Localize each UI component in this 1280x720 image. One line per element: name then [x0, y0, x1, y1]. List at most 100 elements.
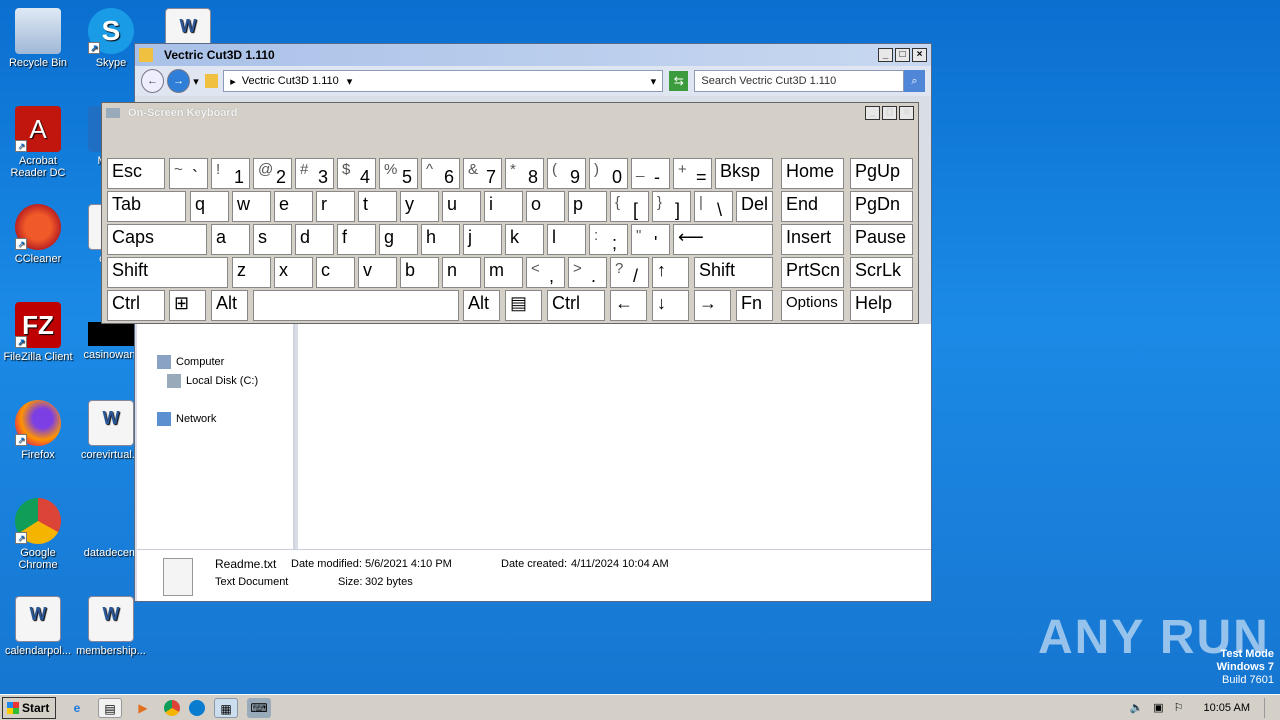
refresh-button[interactable]: ⇆ — [669, 71, 689, 91]
osk-close-button[interactable]: × — [899, 106, 914, 120]
desktop-icon-membership[interactable]: W membership... — [73, 596, 149, 657]
key-pause[interactable]: Pause — [850, 224, 913, 255]
key-insert[interactable]: Insert — [781, 224, 844, 255]
key-b[interactable]: b — [400, 257, 439, 288]
chrome-icon[interactable] — [164, 699, 180, 716]
key-prtscn[interactable]: PrtScn — [781, 257, 844, 288]
key-fn[interactable]: Fn — [736, 290, 773, 321]
key-v[interactable]: v — [358, 257, 397, 288]
osk-minimize-button[interactable]: _ — [865, 106, 880, 120]
key-space[interactable] — [253, 290, 459, 321]
key-m[interactable]: m — [484, 257, 523, 288]
key-9-row1[interactable]: (9 — [547, 158, 586, 189]
osk-taskbar-icon[interactable]: ⌨ — [247, 697, 271, 718]
key-n[interactable]: n — [442, 257, 481, 288]
key-5-row1[interactable]: % 5 — [379, 158, 418, 189]
key-11-row1[interactable]: _ - — [631, 158, 670, 189]
osk-window[interactable]: On-Screen Keyboard _ □ × Esc ~ `! 1 @2 #3 $4% 5… — [101, 102, 919, 324]
close-button[interactable]: × — [912, 48, 927, 62]
key-alt-right[interactable]: Alt — [463, 290, 500, 321]
key-menu[interactable]: ▤ — [505, 290, 542, 321]
clock[interactable]: 10:05 AM — [1204, 702, 1250, 714]
key-esc[interactable]: Esc — [107, 158, 165, 189]
start-button[interactable]: Start — [2, 696, 56, 719]
key-c[interactable]: c — [316, 257, 355, 288]
key-t[interactable]: t — [358, 191, 397, 222]
file-list-pane[interactable] — [298, 324, 931, 549]
key-i[interactable]: i — [484, 191, 523, 222]
media-player-icon[interactable]: ▶ — [131, 698, 155, 718]
key-1-row1[interactable]: ! 1 — [211, 158, 250, 189]
key-sym-1-row2[interactable]: }] — [652, 191, 691, 222]
key-4-row1[interactable]: $4 — [337, 158, 376, 189]
key-pgdn[interactable]: PgDn — [850, 191, 913, 222]
key-y[interactable]: y — [400, 191, 439, 222]
nav-item-local-disk[interactable]: Local Disk (C:) — [137, 371, 293, 390]
search-input[interactable]: Search Vectric Cut3D 1.110 — [694, 70, 904, 92]
breadcrumb[interactable]: ▸ Vectric Cut3D 1.110 ▾ ▾ — [223, 70, 664, 92]
osk-titlebar[interactable]: On-Screen Keyboard _ □ × — [102, 103, 918, 123]
chevron-down-icon[interactable]: ▾ — [347, 75, 353, 88]
forward-button[interactable]: → — [167, 69, 191, 93]
key-3-row1[interactable]: #3 — [295, 158, 334, 189]
key-h[interactable]: h — [421, 224, 460, 255]
key-g[interactable]: g — [379, 224, 418, 255]
search-icon[interactable]: ⌕ — [903, 70, 925, 92]
key-sym-0-row3[interactable]: :; — [589, 224, 628, 255]
desktop-icon-calendarpol[interactable]: W calendarpol... — [0, 596, 76, 657]
key-j[interactable]: j — [463, 224, 502, 255]
explorer-titlebar[interactable]: Vectric Cut3D 1.110 _ □ × — [135, 44, 931, 66]
key-scrlk[interactable]: ScrLk — [850, 257, 913, 288]
key-f[interactable]: f — [337, 224, 376, 255]
desktop-icon-ccleaner[interactable]: ↗ CCleaner — [0, 204, 76, 265]
chevron-down-icon[interactable]: ▸ — [230, 75, 236, 88]
key-sym-2-row2[interactable]: | \ — [694, 191, 733, 222]
maximize-button[interactable]: □ — [895, 48, 910, 62]
key-up[interactable]: ↑ — [652, 257, 689, 288]
key-shift[interactable]: Shift — [107, 257, 228, 288]
desktop-icon-filezilla[interactable]: FZ ↗ FileZilla Client — [0, 302, 76, 363]
notepad-icon[interactable]: ▦ — [214, 697, 238, 718]
key-z[interactable]: z — [232, 257, 271, 288]
breadcrumb-item[interactable]: Vectric Cut3D 1.110 — [242, 75, 339, 87]
key-right[interactable]: → — [694, 290, 731, 321]
key-win[interactable]: ⊞ — [169, 290, 206, 321]
key-e[interactable]: e — [274, 191, 313, 222]
key-k[interactable]: k — [505, 224, 544, 255]
ie-icon[interactable]: e — [65, 698, 89, 718]
key-d[interactable]: d — [295, 224, 334, 255]
key-o[interactable]: o — [526, 191, 565, 222]
key-sym-2-row4[interactable]: ? / — [610, 257, 649, 288]
key-sym-0-row4[interactable]: <, — [526, 257, 565, 288]
key-caps[interactable]: Caps — [107, 224, 207, 255]
key-u[interactable]: u — [442, 191, 481, 222]
key-12-row1[interactable]: + = — [673, 158, 712, 189]
desktop-icon-acrobat[interactable]: A ↗ Acrobat Reader DC — [0, 106, 76, 179]
key-w[interactable]: w — [232, 191, 271, 222]
key-bksp[interactable]: Bksp — [715, 158, 773, 189]
flag-icon[interactable]: ⚐ — [1174, 701, 1184, 714]
key-home[interactable]: Home — [781, 158, 844, 189]
key-p[interactable]: p — [568, 191, 607, 222]
key-0-row1[interactable]: ~ ` — [169, 158, 208, 189]
desktop-icon-recycle-bin[interactable]: Recycle Bin — [0, 8, 76, 69]
minimize-button[interactable]: _ — [878, 48, 893, 62]
key-6-row1[interactable]: ^ 6 — [421, 158, 460, 189]
key-left[interactable]: ← — [610, 290, 647, 321]
key-end[interactable]: End — [781, 191, 844, 222]
desktop-icon-chrome[interactable]: ↗ Google Chrome — [0, 498, 76, 571]
address-dropdown-icon[interactable]: ▾ — [651, 75, 657, 88]
recent-pages-dropdown-icon[interactable]: ▾ — [193, 75, 199, 88]
key-l[interactable]: l — [547, 224, 586, 255]
explorer-taskbar-icon[interactable]: ▤ — [98, 697, 122, 718]
key-pgup[interactable]: PgUp — [850, 158, 913, 189]
key-2-row1[interactable]: @2 — [253, 158, 292, 189]
network-tray-icon[interactable]: ▣ — [1153, 701, 1163, 714]
key-ctrl[interactable]: Ctrl — [107, 290, 165, 321]
desktop-icon-firefox[interactable]: ↗ Firefox — [0, 400, 76, 461]
key-a[interactable]: a — [211, 224, 250, 255]
key-options[interactable]: Options — [781, 290, 844, 321]
key-alt[interactable]: Alt — [211, 290, 248, 321]
key-r[interactable]: r — [316, 191, 355, 222]
nav-item-computer[interactable]: Computer — [137, 352, 293, 371]
